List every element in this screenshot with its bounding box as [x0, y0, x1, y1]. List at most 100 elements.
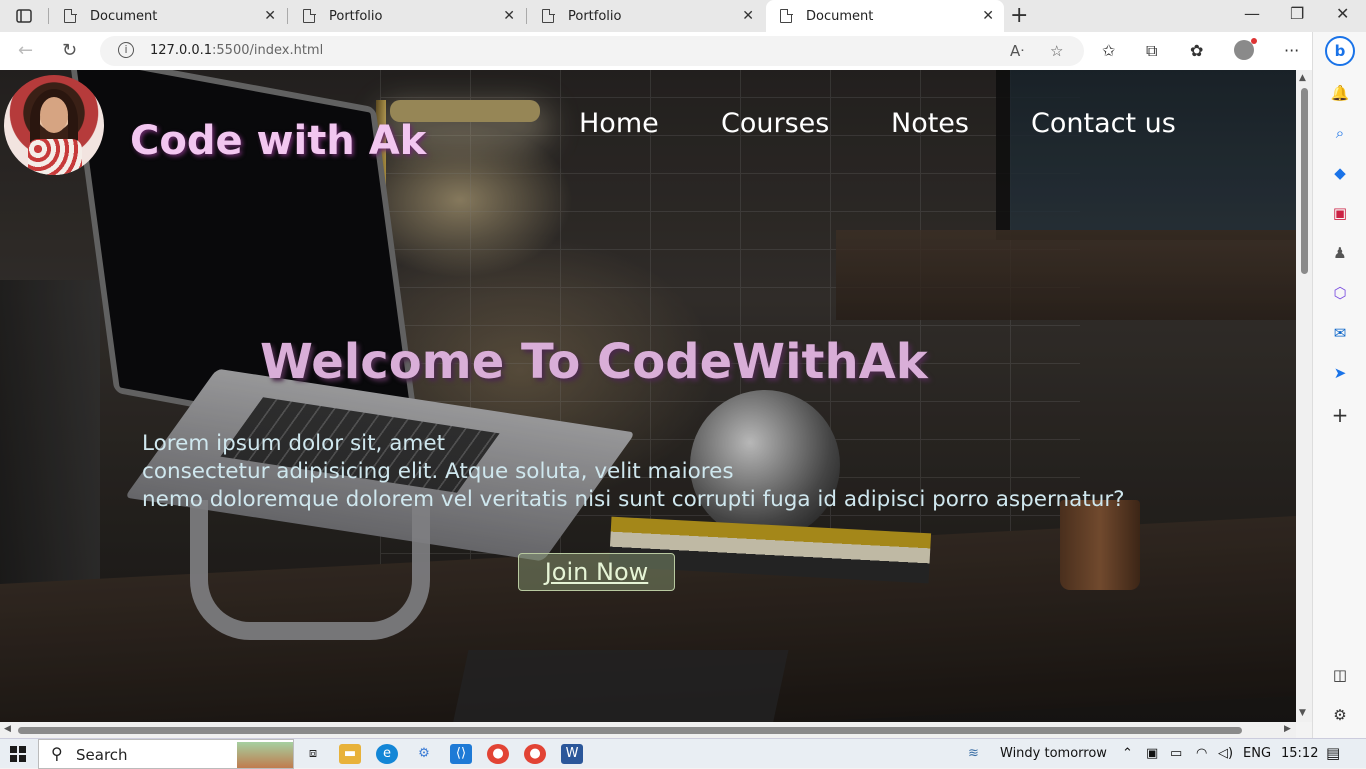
weather-icon[interactable]: ≋ — [968, 746, 979, 761]
tab-portfolio-1[interactable]: Portfolio ✕ — [289, 0, 525, 32]
chrome-icon[interactable]: ● — [487, 744, 509, 764]
photo-dress — [28, 139, 82, 175]
windows-start-icon[interactable] — [10, 746, 26, 762]
minimize-icon[interactable]: — — [1244, 4, 1260, 23]
document-icon — [303, 8, 316, 23]
horizontal-scroll-thumb[interactable] — [18, 727, 1242, 734]
scroll-up-icon[interactable]: ▲ — [1299, 73, 1306, 83]
url-host: 127.0.0.1 — [150, 43, 213, 58]
tab-separator — [526, 8, 527, 24]
search-icon[interactable]: ⌕ — [1329, 122, 1351, 144]
favorite-star-icon[interactable]: ☆ — [1050, 42, 1063, 60]
close-tab-icon[interactable]: ✕ — [264, 8, 276, 24]
wifi-icon[interactable]: ◠ — [1196, 746, 1207, 761]
hero-paragraph: Lorem ipsum dolor sit, amet consectetur … — [142, 430, 1125, 514]
nav-notes[interactable]: Notes — [891, 108, 969, 139]
site-info-icon[interactable]: i — [118, 42, 134, 58]
sidebar-layout-icon[interactable]: ◫ — [1329, 664, 1351, 686]
tab-portfolio-2[interactable]: Portfolio ✕ — [528, 0, 764, 32]
address-bar[interactable]: i 127.0.0.1:5500/index.html Aᐧ ☆ — [100, 36, 1084, 66]
add-sidebar-app-icon[interactable]: + — [1329, 404, 1351, 426]
word-icon[interactable]: W — [561, 744, 583, 764]
tab-title: Portfolio — [568, 8, 622, 24]
scroll-left-icon[interactable]: ◀ — [4, 724, 11, 734]
search-icon: ⚲ — [51, 744, 63, 763]
search-highlight-image — [237, 742, 293, 768]
document-icon — [542, 8, 555, 23]
vscode-icon[interactable]: ⟨⟩ — [450, 744, 472, 764]
shopping-tag-icon[interactable]: ◆ — [1329, 162, 1351, 184]
volume-icon[interactable]: ◁) — [1218, 746, 1233, 761]
collections-icon[interactable]: ⧉ — [1146, 41, 1157, 61]
close-tab-icon[interactable]: ✕ — [742, 8, 754, 24]
notifications-bell-icon[interactable]: 🔔 — [1329, 82, 1351, 104]
close-tab-icon[interactable]: ✕ — [982, 8, 994, 24]
bing-copilot-icon[interactable]: b — [1325, 36, 1355, 66]
edge-sidebar: b 🔔 ⌕ ◆ ▣ ♟ ⬡ ✉ ➤ + ◫ ⚙ — [1312, 32, 1366, 738]
close-tab-icon[interactable]: ✕ — [503, 8, 515, 24]
page-viewport: Code with Ak Home Courses Notes Contact … — [0, 70, 1296, 722]
tools-icon[interactable]: ▣ — [1329, 202, 1351, 224]
background-overlay — [0, 70, 1296, 722]
join-now-button[interactable]: Join Now — [518, 553, 675, 591]
chrome-profile-icon[interactable]: ● — [524, 744, 546, 764]
scroll-right-icon[interactable]: ▶ — [1284, 724, 1291, 734]
new-tab-icon[interactable]: + — [1010, 3, 1028, 28]
photo-face — [40, 97, 68, 133]
meet-now-icon[interactable]: ▣ — [1146, 746, 1158, 761]
document-icon — [780, 8, 793, 23]
games-icon[interactable]: ♟ — [1329, 242, 1351, 264]
site-brand: Code with Ak — [130, 118, 427, 164]
more-menu-icon[interactable]: ··· — [1284, 41, 1299, 60]
url-path: :5500/index.html — [212, 43, 324, 58]
horizontal-scrollbar[interactable]: ◀ ▶ — [0, 722, 1296, 738]
read-aloud-icon[interactable]: Aᐧ — [1010, 42, 1024, 60]
document-icon — [64, 8, 77, 23]
hero-title: Welcome To CodeWithAk — [260, 334, 928, 390]
tab-document-active[interactable]: Document ✕ — [766, 0, 1004, 32]
scroll-down-icon[interactable]: ▼ — [1299, 708, 1306, 718]
profile-photo — [4, 75, 104, 175]
hero-line: nemo doloremque dolorem vel veritatis ni… — [142, 487, 1125, 512]
vertical-scroll-thumb[interactable] — [1301, 88, 1308, 274]
tab-title: Portfolio — [329, 8, 383, 24]
browser-toolbar: ← ↻ i 127.0.0.1:5500/index.html Aᐧ ☆ ✩ ⧉… — [0, 32, 1366, 70]
hero-line: consectetur adipisicing elit. Atque solu… — [142, 459, 734, 484]
nav-contact-us[interactable]: Contact us — [1031, 108, 1176, 139]
settings-app-icon[interactable]: ⚙ — [413, 744, 435, 764]
refresh-icon[interactable]: ↻ — [62, 40, 77, 61]
tab-strip: Document ✕ Portfolio ✕ Portfolio ✕ Docum… — [0, 0, 1366, 32]
tab-separator — [48, 8, 49, 24]
vertical-scrollbar[interactable]: ▲ ▼ — [1296, 70, 1312, 722]
weather-text[interactable]: Windy tomorrow — [1000, 746, 1107, 761]
back-icon[interactable]: ← — [18, 40, 33, 61]
send-icon[interactable]: ➤ — [1329, 362, 1351, 384]
tab-title: Document — [90, 8, 158, 24]
microsoft-365-icon[interactable]: ⬡ — [1329, 282, 1351, 304]
clock[interactable]: 15:12 — [1281, 746, 1318, 761]
tab-title: Document — [806, 8, 874, 24]
restore-icon[interactable]: ❐ — [1290, 4, 1304, 23]
windows-taskbar: ⚲ Search ⧈ ▬ e ⚙ ⟨⟩ ● ● W ≋ Windy tomorr… — [0, 738, 1366, 769]
task-view-icon[interactable]: ⧈ — [302, 744, 324, 764]
tab-actions-icon[interactable] — [8, 4, 40, 28]
battery-icon[interactable]: ▭ — [1170, 746, 1182, 761]
tab-document-1[interactable]: Document ✕ — [50, 0, 286, 32]
language-indicator[interactable]: ENG — [1243, 746, 1271, 761]
settings-gear-icon[interactable]: ⚙ — [1329, 704, 1351, 726]
favorites-icon[interactable]: ✩ — [1102, 41, 1115, 60]
edge-browser-icon[interactable]: e — [376, 744, 398, 764]
nav-home[interactable]: Home — [579, 108, 659, 139]
hero-line: Lorem ipsum dolor sit, amet — [142, 431, 446, 456]
action-center-icon[interactable]: ▤ — [1326, 744, 1340, 762]
outlook-icon[interactable]: ✉ — [1329, 322, 1351, 344]
extensions-icon[interactable]: ✿ — [1190, 41, 1203, 60]
taskbar-search[interactable]: ⚲ Search — [38, 739, 294, 769]
file-explorer-icon[interactable]: ▬ — [339, 744, 361, 764]
close-window-icon[interactable]: ✕ — [1336, 4, 1349, 23]
url-text[interactable]: 127.0.0.1:5500/index.html — [150, 43, 323, 58]
profile-notification-dot — [1251, 38, 1257, 44]
tab-separator — [287, 8, 288, 24]
show-hidden-icons[interactable]: ⌃ — [1122, 746, 1133, 761]
nav-courses[interactable]: Courses — [721, 108, 829, 139]
